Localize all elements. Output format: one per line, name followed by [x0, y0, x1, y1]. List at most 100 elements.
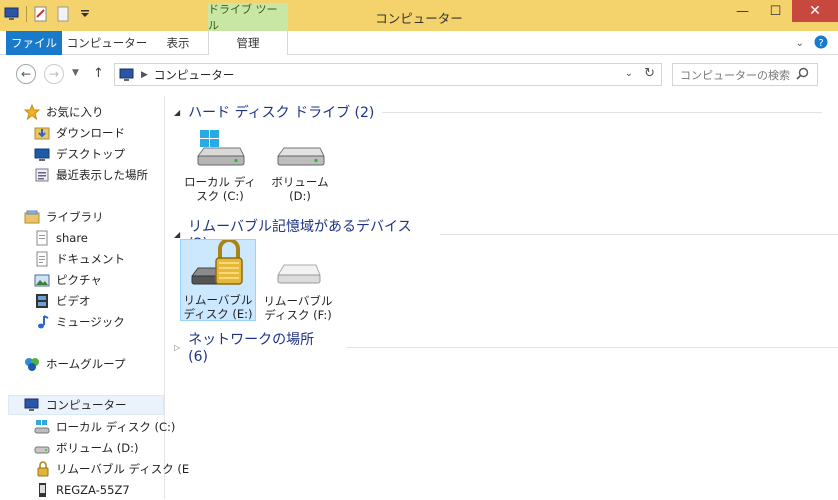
- collapse-triangle-icon[interactable]: ◢: [174, 108, 180, 117]
- help-icon[interactable]: ?: [814, 35, 828, 52]
- nav-computer-label: コンピューター: [46, 398, 127, 412]
- drive-d-tile[interactable]: ボリューム (D:): [262, 128, 338, 208]
- group-divider: [440, 233, 838, 235]
- nav-item-label: ダウンロード: [56, 126, 125, 140]
- close-icon: ✕: [809, 3, 821, 19]
- group-divider: [345, 346, 838, 348]
- nav-libraries-label: ライブラリ: [46, 210, 104, 224]
- breadcrumb-separator-icon[interactable]: ▶: [141, 70, 148, 80]
- minimize-icon: —: [736, 3, 749, 19]
- nav-item-label: REGZA-55Z7: [56, 483, 130, 497]
- address-bar[interactable]: ▶ コンピューター ⌄ ↻: [114, 63, 662, 86]
- chevron-down-icon[interactable]: ⌄: [796, 38, 804, 49]
- group-title: ネットワークの場所 (6): [188, 332, 315, 365]
- tile-label: ボリューム (D:): [271, 175, 328, 203]
- group-header-network[interactable]: ▷ ネットワークの場所 (6): [174, 329, 838, 365]
- recent-locations-icon[interactable]: ▼: [72, 68, 79, 78]
- document-library-icon: [34, 230, 50, 246]
- tab-file[interactable]: ファイル: [6, 31, 62, 55]
- nav-item-label: ピクチャ: [56, 273, 102, 287]
- nav-item-label: share: [56, 231, 88, 245]
- nav-item-label: デスクトップ: [56, 147, 125, 161]
- ribbon-controls: ⌄ ?: [796, 35, 828, 52]
- arrow-right-icon: →: [48, 67, 60, 81]
- refresh-icon[interactable]: ↻: [644, 66, 655, 81]
- locked-removable-disk-icon: [34, 461, 50, 477]
- videos-icon: [34, 293, 50, 309]
- nav-item-drive-c[interactable]: ローカル ディスク (C:): [34, 417, 175, 437]
- collapse-triangle-icon[interactable]: ◢: [174, 230, 180, 239]
- computer-icon: [24, 397, 40, 413]
- nav-item-recent-places[interactable]: 最近表示した場所: [34, 165, 148, 185]
- nav-item-desktop[interactable]: デスクトップ: [34, 144, 125, 164]
- ribbon: ファイル コンピューター 表示 管理 ⌄ ?: [0, 31, 838, 55]
- computer-icon: [119, 68, 135, 82]
- tile-label-line2: (D:): [289, 189, 311, 203]
- search-placeholder: コンピューターの検索: [680, 68, 790, 82]
- pictures-icon: [34, 272, 50, 288]
- nav-item-label: ドキュメント: [56, 252, 125, 266]
- drive-f-tile[interactable]: リムーバブル ディスク (F:): [260, 241, 336, 322]
- nav-item-drive-d[interactable]: ボリューム (D:): [34, 438, 139, 458]
- music-icon: [34, 314, 50, 330]
- group-title: ハード ディスク ドライブ (2): [188, 105, 375, 121]
- maximize-button[interactable]: ☐: [759, 0, 792, 22]
- nav-item-share[interactable]: share: [34, 228, 88, 248]
- expand-triangle-icon[interactable]: ▷: [174, 343, 180, 352]
- search-icon[interactable]: [796, 67, 809, 83]
- nav-item-documents[interactable]: ドキュメント: [34, 249, 125, 269]
- tile-label-line2: ディスク (E:): [183, 307, 253, 321]
- forward-button[interactable]: →: [44, 64, 64, 84]
- documents-icon: [34, 251, 50, 267]
- media-device-icon: [34, 482, 50, 498]
- nav-item-videos[interactable]: ビデオ: [34, 291, 91, 311]
- tab-manage[interactable]: 管理: [208, 31, 288, 55]
- breadcrumb-computer[interactable]: コンピューター: [154, 67, 235, 83]
- tile-label: ローカル ディ スク (C:): [184, 175, 256, 203]
- navigation-pane: お気に入り ダウンロード デスクトップ 最近表示した場所 ライブラリ share…: [0, 96, 189, 500]
- nav-item-pictures[interactable]: ピクチャ: [34, 270, 102, 290]
- back-button[interactable]: ←: [16, 64, 36, 84]
- local-disk-icon: [194, 128, 246, 171]
- local-disk-icon: [34, 419, 50, 435]
- desktop-icon: [34, 146, 50, 162]
- close-button[interactable]: ✕: [792, 0, 838, 22]
- nav-item-downloads[interactable]: ダウンロード: [34, 123, 125, 143]
- tile-label-line1: ローカル ディ: [184, 175, 256, 189]
- nav-item-label: ローカル ディスク (C:): [56, 420, 176, 434]
- nav-item-label: ミュージック: [56, 315, 125, 329]
- tile-label: リムーバブル ディスク (E:): [184, 293, 253, 321]
- hard-drive-icon: [274, 128, 326, 171]
- tile-label-line1: ボリューム: [271, 175, 329, 189]
- nav-computer[interactable]: コンピューター: [8, 395, 164, 415]
- up-button[interactable]: ↑: [93, 66, 104, 81]
- recent-places-icon: [34, 167, 50, 183]
- drive-e-tile[interactable]: リムーバブル ディスク (E:): [180, 238, 256, 321]
- group-header-hdd[interactable]: ◢ ハード ディスク ドライブ (2): [174, 102, 823, 122]
- nav-item-music[interactable]: ミュージック: [34, 312, 125, 332]
- download-folder-icon: [34, 125, 50, 141]
- group-divider: [382, 111, 823, 113]
- nav-favorites[interactable]: お気に入り: [24, 102, 104, 122]
- minimize-button[interactable]: —: [726, 0, 759, 22]
- title-bar: ドライブ ツール コンピューター — ☐ ✕: [0, 0, 838, 32]
- nav-favorites-label: お気に入り: [46, 105, 104, 119]
- drive-c-tile[interactable]: ローカル ディ スク (C:): [182, 128, 258, 208]
- tab-computer[interactable]: コンピューター: [66, 31, 148, 55]
- arrow-left-icon: ←: [20, 67, 32, 81]
- address-row: ← → ▼ ↑ ▶ コンピューター ⌄ ↻ コンピューターの検索: [0, 58, 838, 90]
- removable-disk-icon: [268, 241, 328, 292]
- star-icon: [24, 104, 40, 120]
- address-dropdown-icon[interactable]: ⌄: [625, 68, 633, 79]
- nav-item-regza[interactable]: REGZA-55Z7: [34, 480, 130, 500]
- tile-label-line2: スク (C:): [196, 189, 244, 203]
- nav-item-label: ボリューム (D:): [56, 441, 139, 455]
- nav-homegroup[interactable]: ホームグループ: [24, 354, 125, 374]
- nav-libraries[interactable]: ライブラリ: [24, 207, 104, 227]
- window-controls: — ☐ ✕: [726, 0, 838, 22]
- tab-view[interactable]: 表示: [150, 31, 206, 55]
- nav-item-label: ビデオ: [56, 294, 91, 308]
- tile-label-line1: リムーバブル: [263, 294, 333, 308]
- search-input[interactable]: コンピューターの検索: [672, 63, 818, 86]
- hard-drive-icon: [34, 440, 50, 456]
